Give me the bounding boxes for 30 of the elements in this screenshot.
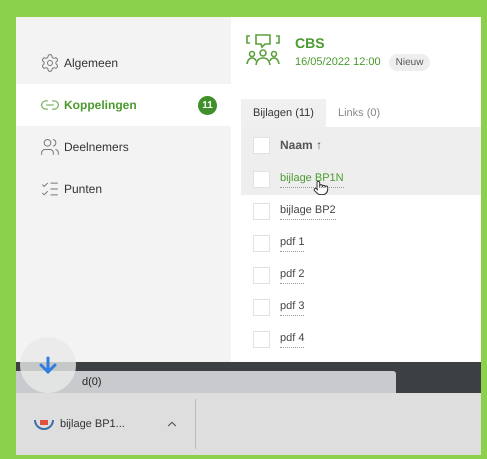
checkbox[interactable] <box>253 266 270 284</box>
checkbox[interactable] <box>253 234 270 252</box>
status-badge: Nieuw <box>388 54 430 71</box>
checkbox[interactable] <box>253 330 270 348</box>
meeting-icon <box>245 33 281 67</box>
meeting-date: 16/05/2022 12:00 <box>295 55 381 70</box>
meeting-title: CBS <box>295 34 326 53</box>
gear-icon <box>40 53 60 73</box>
file-link[interactable]: pdf 2 <box>280 266 304 284</box>
tab[interactable]: Links (0) <box>326 99 392 127</box>
checkbox[interactable] <box>253 298 270 316</box>
download-item[interactable]: bijlage BP1... <box>16 399 196 449</box>
sidebar-item[interactable]: Punten <box>16 168 231 210</box>
file-progress-icon <box>34 418 54 430</box>
sidebar-item[interactable]: Koppelingen 11 <box>16 84 231 126</box>
checkbox[interactable] <box>253 170 270 188</box>
checkbox[interactable] <box>253 136 270 154</box>
tab[interactable]: Bijlagen (11) <box>241 99 326 127</box>
column-header[interactable]: Naam ↑ <box>280 136 322 154</box>
download-tab-label: d(0) <box>82 374 102 390</box>
hand-cursor-icon <box>313 180 329 196</box>
count-badge: 11 <box>198 96 217 114</box>
checkbox[interactable] <box>253 202 270 220</box>
people-icon <box>40 137 60 157</box>
file-link[interactable]: pdf 4 <box>280 330 304 348</box>
sidebar-item[interactable]: Algemeen <box>16 42 231 84</box>
file-link[interactable]: pdf 1 <box>280 234 304 252</box>
file-link[interactable]: pdf 3 <box>280 298 304 316</box>
file-link[interactable]: bijlage BP2 <box>280 202 336 220</box>
sidebar-item[interactable]: Deelnemers <box>16 126 231 168</box>
